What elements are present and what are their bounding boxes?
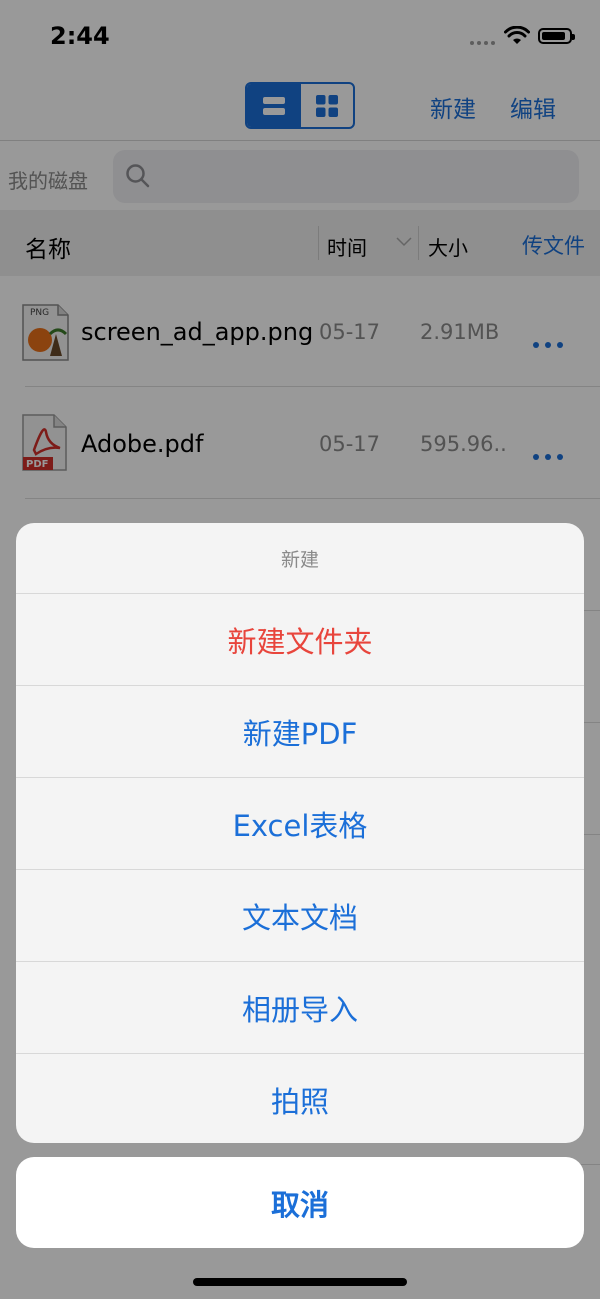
new-pdf-button[interactable]: 新建PDF bbox=[16, 685, 584, 777]
cancel-button[interactable]: 取消 bbox=[16, 1157, 584, 1248]
take-photo-button[interactable]: 拍照 bbox=[16, 1053, 584, 1143]
album-import-button[interactable]: 相册导入 bbox=[16, 961, 584, 1053]
new-folder-button[interactable]: 新建文件夹 bbox=[16, 593, 584, 685]
text-document-button[interactable]: 文本文档 bbox=[16, 869, 584, 961]
action-sheet-title: 新建 bbox=[280, 548, 319, 571]
home-indicator[interactable] bbox=[193, 1278, 407, 1286]
new-item-action-sheet: 新建 新建文件夹 新建PDF Excel表格 文本文档 相册导入 拍照 bbox=[16, 523, 584, 1143]
excel-sheet-button[interactable]: Excel表格 bbox=[16, 777, 584, 869]
